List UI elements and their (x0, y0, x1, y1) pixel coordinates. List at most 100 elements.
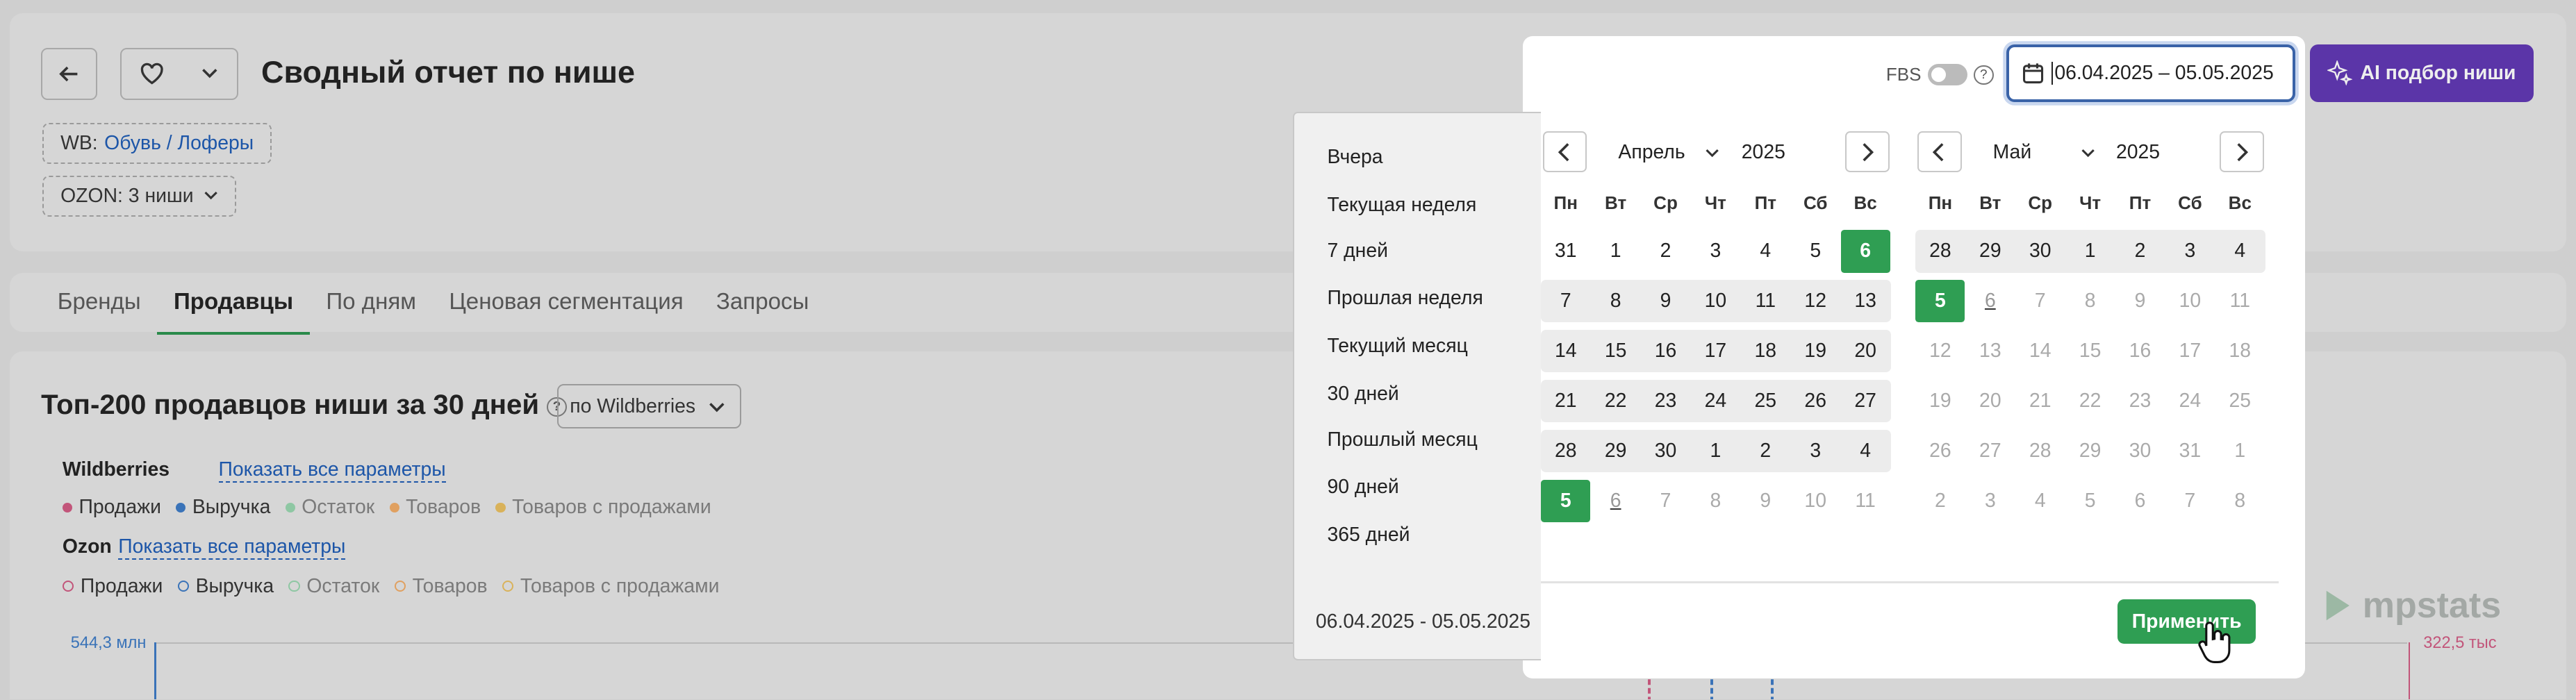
calendar-day[interactable]: 11 (1741, 280, 1790, 322)
help-icon[interactable]: ? (1974, 65, 1994, 85)
ozon-show-all-link[interactable]: Показать все параметры (118, 535, 346, 560)
preset-365-days[interactable]: 365 дней (1327, 524, 1410, 547)
calendar-day[interactable]: 27 (1965, 430, 2015, 472)
calendar-day[interactable]: 12 (1915, 330, 1965, 372)
calendar-day[interactable]: 16 (2115, 330, 2165, 372)
calendar-day[interactable]: 4 (1741, 230, 1790, 272)
legend-item[interactable]: Выручка (176, 496, 270, 519)
calendar-day[interactable]: 28 (1915, 230, 1965, 272)
calendar-day[interactable]: 28 (1541, 430, 1590, 472)
legend-item[interactable]: Товаров (389, 496, 481, 519)
calendar-day[interactable]: 3 (1965, 480, 2015, 522)
calendar-day[interactable]: 9 (1741, 480, 1790, 522)
calendar-day[interactable]: 22 (1591, 380, 1640, 422)
calendar-day[interactable]: 26 (1791, 380, 1840, 422)
calendar-day[interactable]: 8 (1691, 480, 1740, 522)
calendar-day[interactable]: 26 (1915, 430, 1965, 472)
calendar-day[interactable]: 20 (1841, 330, 1890, 372)
ai-niche-button[interactable]: AI подбор ниши (2310, 44, 2534, 102)
legend-item[interactable]: Продажи (62, 575, 163, 598)
tab-queries[interactable]: Запросы (700, 276, 825, 335)
preset-7-days[interactable]: 7 дней (1327, 240, 1387, 262)
wb-niche-link[interactable]: Обувь / Лоферы (104, 132, 254, 155)
calendar-day[interactable]: 15 (2065, 330, 2115, 372)
calendar-day[interactable]: 10 (1691, 280, 1740, 322)
calendar-day[interactable]: 27 (1841, 380, 1890, 422)
calendar-day[interactable]: 9 (2115, 280, 2165, 322)
calendar-day[interactable]: 7 (2165, 480, 2215, 522)
calendar-day[interactable]: 23 (2115, 380, 2165, 422)
calendar-day[interactable]: 1 (1591, 230, 1640, 272)
legend-item[interactable]: Товаров (394, 575, 488, 598)
year-select-right[interactable]: 2025 (2116, 141, 2160, 164)
calendar-day[interactable]: 5 (1541, 479, 1591, 523)
calendar-day[interactable]: 23 (1641, 380, 1690, 422)
year-select-left[interactable]: 2025 (1742, 141, 1785, 164)
preset-current-month[interactable]: Текущий месяц (1327, 335, 1467, 358)
calendar-day[interactable]: 29 (1965, 230, 2015, 272)
preset-last-month[interactable]: Прошлый месяц (1327, 428, 1477, 451)
calendar-day[interactable]: 5 (2065, 480, 2115, 522)
calendar-day[interactable]: 24 (2165, 380, 2215, 422)
calendar-day[interactable]: 21 (1541, 380, 1590, 422)
calendar-day[interactable]: 3 (1791, 430, 1840, 472)
calendar-day[interactable]: 7 (2015, 280, 2065, 322)
calendar-day[interactable]: 6 (1840, 230, 1890, 273)
calendar-day[interactable]: 21 (2015, 380, 2065, 422)
calendar-day[interactable]: 31 (1541, 230, 1590, 272)
calendar-day[interactable]: 2 (1915, 480, 1965, 522)
calendar-day[interactable]: 2 (1741, 430, 1790, 472)
calendar-day[interactable]: 24 (1691, 380, 1740, 422)
calendar-day[interactable]: 19 (1915, 380, 1965, 422)
calendar-day[interactable]: 15 (1591, 330, 1640, 372)
calendar-day[interactable]: 30 (1641, 430, 1690, 472)
calendar-day[interactable]: 12 (1791, 280, 1840, 322)
calendar-day[interactable]: 6 (1591, 480, 1640, 522)
calendar-day[interactable]: 13 (1841, 280, 1890, 322)
calendar-day[interactable]: 17 (1691, 330, 1740, 372)
legend-item[interactable]: Выручка (177, 575, 274, 598)
calendar-day[interactable]: 11 (2215, 280, 2265, 322)
calendar-day[interactable]: 2 (1641, 230, 1690, 272)
calendar-day[interactable]: 22 (2065, 380, 2115, 422)
ozon-niche-chip[interactable]: OZON: 3 ниши (42, 176, 236, 217)
calendar-day[interactable]: 8 (2215, 480, 2265, 522)
preset-30-days[interactable]: 30 дней (1327, 383, 1398, 406)
calendar-day[interactable]: 9 (1641, 280, 1690, 322)
calendar-day[interactable]: 13 (1965, 330, 2015, 372)
calendar-day[interactable]: 2 (2115, 230, 2165, 272)
calendar-day[interactable]: 14 (1541, 330, 1590, 372)
date-range-input[interactable]: 06.04.2025 – 05.05.2025 (2006, 44, 2295, 102)
calendar-day[interactable]: 31 (2165, 430, 2215, 472)
wb-niche-chip[interactable]: WB: Обувь / Лоферы (42, 123, 272, 165)
calendar-day[interactable]: 8 (1591, 280, 1640, 322)
calendar-day[interactable]: 6 (1965, 280, 2015, 322)
calendar-day[interactable]: 4 (2215, 230, 2265, 272)
calendar-day[interactable]: 25 (1741, 380, 1790, 422)
marketplace-select[interactable]: по Wildberries (556, 384, 741, 429)
legend-item[interactable]: Остаток (285, 496, 374, 519)
tab-price-segmentation[interactable]: Ценовая сегментация (433, 276, 700, 335)
calendar-day[interactable]: 19 (1791, 330, 1840, 372)
legend-item[interactable]: Товаров с продажами (495, 496, 711, 519)
calendar-day[interactable]: 18 (1741, 330, 1790, 372)
calendar-day[interactable]: 6 (2115, 480, 2165, 522)
calendar-day[interactable]: 29 (1591, 430, 1640, 472)
month-select-left[interactable]: Апрель (1618, 141, 1719, 164)
calendar-day[interactable]: 4 (2015, 480, 2065, 522)
wb-show-all-link[interactable]: Показать все параметры (218, 458, 446, 483)
calendar-day[interactable]: 4 (1841, 430, 1890, 472)
calendar-day[interactable]: 7 (1541, 280, 1590, 322)
tab-by-days[interactable]: По дням (310, 276, 433, 335)
preset-yesterday[interactable]: Вчера (1327, 146, 1382, 169)
calendar-day[interactable]: 10 (1791, 480, 1840, 522)
legend-item[interactable]: Остаток (288, 575, 379, 598)
calendar-day[interactable]: 30 (2115, 430, 2165, 472)
calendar-day[interactable]: 25 (2215, 380, 2265, 422)
calendar-day[interactable]: 18 (2215, 330, 2265, 372)
apply-button[interactable]: Применить (2117, 599, 2256, 644)
favorite-button[interactable] (119, 47, 238, 101)
calendar-day[interactable]: 1 (2065, 230, 2115, 272)
calendar-day[interactable]: 3 (2165, 230, 2215, 272)
tab-brands[interactable]: Бренды (41, 276, 157, 335)
